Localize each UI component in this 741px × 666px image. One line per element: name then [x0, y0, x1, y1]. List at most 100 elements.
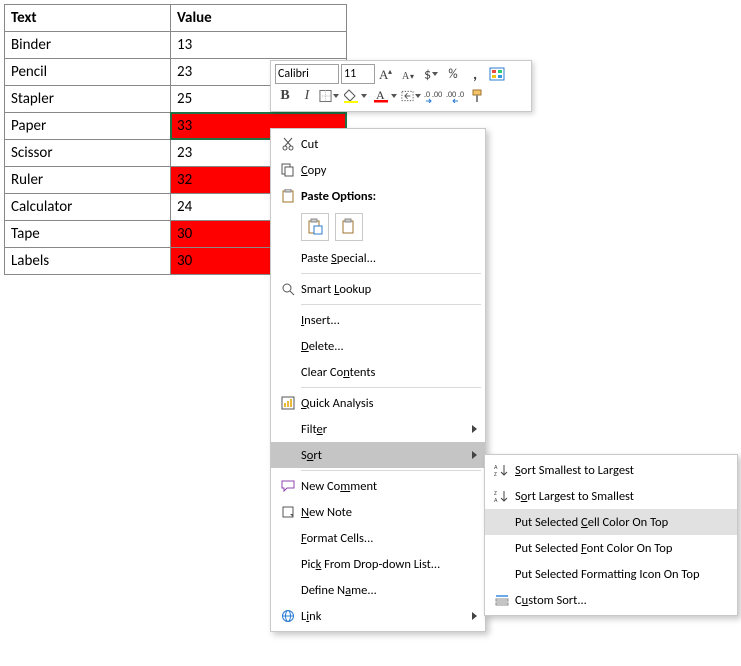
note-icon [275, 501, 301, 523]
menu-delete[interactable]: Delete... [271, 333, 485, 359]
font-color-icon[interactable]: A [371, 86, 399, 106]
cell-text[interactable]: Stapler [5, 86, 171, 113]
menu-label: Smart Lookup [301, 282, 463, 297]
menu-format-cells[interactable]: Format Cells... [271, 525, 485, 551]
decrease-decimal-icon[interactable]: .00.0 [445, 86, 465, 106]
menu-label: Sort Smallest to Largest [515, 463, 715, 478]
copy-icon [275, 159, 301, 181]
header-text[interactable]: Text [5, 5, 171, 32]
paste-icon [275, 185, 301, 207]
menu-paste-options-label: Paste Options: [271, 183, 485, 209]
menu-cut[interactable]: Cut [271, 131, 485, 157]
borders-icon[interactable] [319, 86, 339, 106]
menu-label: Custom Sort... [515, 593, 715, 608]
context-menu: Cut Copy Paste Options: Paste Special...… [270, 128, 486, 632]
italic-icon[interactable]: I [297, 86, 317, 106]
menu-pick-from-list[interactable]: Pick From Drop-down List... [271, 551, 485, 577]
submenu-sort-largest[interactable]: ZA Sort Largest to Smallest [485, 483, 737, 509]
menu-label: Sort [301, 448, 463, 463]
increase-font-icon[interactable]: A▴ [377, 64, 397, 84]
menu-label: Put Selected Cell Color On Top [515, 515, 715, 530]
font-size-input[interactable] [341, 64, 375, 84]
menu-smart-lookup[interactable]: Smart Lookup [271, 276, 485, 302]
menu-filter[interactable]: Filter [271, 416, 485, 442]
conditional-formatting-icon[interactable] [487, 64, 507, 84]
cell-text[interactable]: Scissor [5, 140, 171, 167]
menu-label: Format Cells... [301, 531, 463, 546]
custom-sort-icon [489, 589, 515, 611]
paste-option-values[interactable] [335, 213, 363, 241]
cell-text[interactable]: Pencil [5, 59, 171, 86]
format-painter-icon[interactable] [467, 86, 487, 106]
submenu-arrow-icon [472, 451, 477, 459]
sort-ascending-icon: AZ [489, 459, 515, 481]
bold-icon[interactable]: B [275, 86, 295, 106]
percent-format-icon[interactable]: % [443, 64, 463, 84]
menu-copy[interactable]: Copy [271, 157, 485, 183]
svg-text:.00: .00 [446, 90, 456, 100]
cell-text[interactable]: Calculator [5, 194, 171, 221]
menu-label: Put Selected Font Color On Top [515, 541, 715, 556]
fill-color-icon[interactable] [341, 86, 369, 106]
submenu-sort-smallest[interactable]: AZ Sort Smallest to Largest [485, 457, 737, 483]
mini-toolbar: A▴ A▾ $ % , B I A .0.00 .00.0 [270, 60, 532, 112]
header-value[interactable]: Value [171, 5, 347, 32]
submenu-arrow-icon [472, 612, 477, 620]
menu-label: Link [301, 609, 463, 624]
submenu-font-color-top[interactable]: Put Selected Font Color On Top [485, 535, 737, 561]
paste-option-default[interactable] [301, 213, 329, 241]
menu-label: Sort Largest to Smallest [515, 489, 715, 504]
menu-new-comment[interactable]: New Comment [271, 473, 485, 499]
font-name-input[interactable] [275, 64, 339, 84]
cell-text[interactable]: Binder [5, 32, 171, 59]
submenu-custom-sort[interactable]: Custom Sort... [485, 587, 737, 613]
cell-value[interactable]: 13 [171, 32, 347, 59]
comment-icon [275, 475, 301, 497]
decrease-font-icon[interactable]: A▾ [399, 64, 419, 84]
menu-new-note[interactable]: New Note [271, 499, 485, 525]
svg-text:.0: .0 [458, 90, 464, 100]
link-icon [275, 605, 301, 627]
sort-descending-icon: ZA [489, 485, 515, 507]
svg-text:.00: .00 [432, 90, 442, 100]
submenu-formatting-icon-top[interactable]: Put Selected Formatting Icon On Top [485, 561, 737, 587]
menu-label: Quick Analysis [301, 396, 463, 411]
menu-label: New Note [301, 505, 463, 520]
menu-clear-contents[interactable]: Clear Contents [271, 359, 485, 385]
cell-text[interactable]: Paper [5, 113, 171, 140]
menu-label: Define Name... [301, 583, 463, 598]
menu-paste-special[interactable]: Paste Special... [271, 245, 485, 271]
menu-label: New Comment [301, 479, 463, 494]
comma-format-icon[interactable]: , [465, 64, 485, 84]
merge-center-icon[interactable] [401, 86, 421, 106]
menu-label: Delete... [301, 339, 463, 354]
submenu-arrow-icon [472, 425, 477, 433]
smart-lookup-icon [275, 278, 301, 300]
cell-text[interactable]: Labels [5, 248, 171, 275]
svg-text:A: A [494, 496, 498, 503]
paste-options-row [271, 209, 485, 245]
cell-text[interactable]: Ruler [5, 167, 171, 194]
cell-text[interactable]: Tape [5, 221, 171, 248]
menu-insert[interactable]: Insert... [271, 307, 485, 333]
header-row: Text Value [5, 5, 347, 32]
menu-label: Filter [301, 422, 463, 437]
menu-label: Paste Special... [301, 251, 463, 266]
menu-label: Paste Options: [301, 189, 463, 204]
sort-submenu: AZ Sort Smallest to Largest ZA Sort Larg… [484, 454, 738, 616]
svg-text:.0: .0 [424, 90, 430, 100]
accounting-format-icon[interactable]: $ [421, 64, 441, 84]
menu-label: Copy [301, 163, 463, 178]
menu-define-name[interactable]: Define Name... [271, 577, 485, 603]
svg-text:Z: Z [494, 470, 497, 477]
svg-text:A: A [402, 71, 410, 81]
menu-label: Pick From Drop-down List... [301, 557, 463, 572]
increase-decimal-icon[interactable]: .0.00 [423, 86, 443, 106]
menu-link[interactable]: Link [271, 603, 485, 629]
menu-label: Clear Contents [301, 365, 463, 380]
menu-sort[interactable]: Sort [271, 442, 485, 468]
menu-quick-analysis[interactable]: Quick Analysis [271, 390, 485, 416]
cell-value-text: 33 [177, 117, 192, 135]
submenu-cell-color-top[interactable]: Put Selected Cell Color On Top [485, 509, 737, 535]
table-row: Binder 13 [5, 32, 347, 59]
